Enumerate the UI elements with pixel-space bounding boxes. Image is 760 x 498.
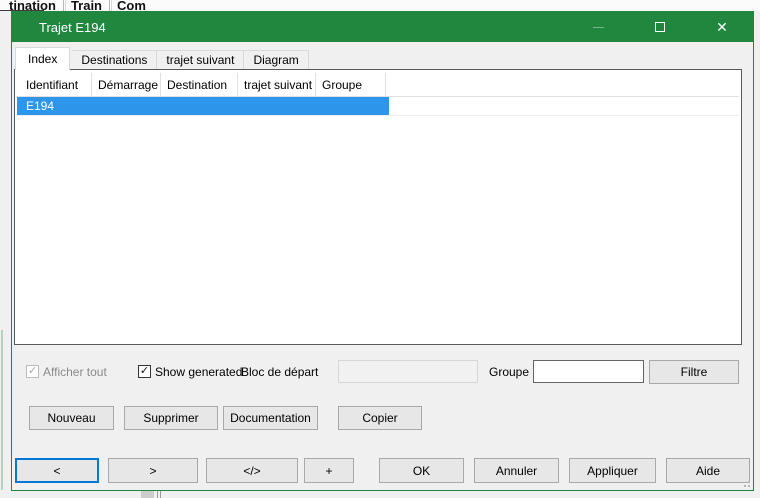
nouveau-button[interactable]: Nouveau (29, 406, 114, 430)
table-row[interactable]: E194 (17, 97, 739, 116)
trajet-dialog: Trajet E194 ✕ Index Destinations trajet … (11, 11, 754, 491)
tab-trajet-suivant[interactable]: trajet suivant (157, 50, 244, 70)
tab-destinations[interactable]: Destinations (72, 50, 157, 70)
column-header-groupe[interactable]: Groupe (316, 73, 386, 96)
ok-button[interactable]: OK (379, 458, 464, 483)
supprimer-button[interactable]: Supprimer (124, 406, 218, 430)
show-generated-label: Show generated (155, 365, 242, 379)
menu-item-train[interactable]: Train (64, 0, 109, 11)
tab-index[interactable]: Index (15, 47, 70, 70)
afficher-tout-checkbox: ✓ (26, 365, 39, 378)
trajet-list: Identifiant Démarrage Destination trajet… (14, 69, 742, 345)
tab-strip: Index Destinations trajet suivant Diagra… (15, 47, 309, 70)
resize-grip[interactable] (742, 479, 750, 487)
column-header-filler (386, 73, 739, 96)
minimize-button (567, 12, 629, 42)
code-button[interactable]: </> (206, 458, 298, 483)
bloc-depart-label: Bloc de départ (241, 365, 318, 379)
maximize-icon (655, 22, 665, 32)
maximize-button[interactable] (629, 12, 691, 42)
column-header-identifiant[interactable]: Identifiant (17, 73, 92, 96)
close-icon: ✕ (716, 20, 728, 34)
tab-diagram[interactable]: Diagram (244, 50, 308, 70)
show-generated-checkbox[interactable]: ✓ (138, 365, 151, 378)
check-icon: ✓ (28, 366, 37, 377)
row-identifiant: E194 (17, 99, 54, 113)
list-header: Identifiant Démarrage Destination trajet… (17, 73, 739, 97)
copier-button[interactable]: Copier (338, 406, 422, 430)
titlebar[interactable]: Trajet E194 ✕ (12, 12, 753, 42)
column-header-demarrage[interactable]: Démarrage (92, 73, 161, 96)
groupe-label: Groupe (489, 365, 529, 379)
menu-item-com[interactable]: Com (110, 0, 153, 11)
parent-scrollbar-thumb[interactable] (141, 491, 154, 498)
parent-window-edge (1, 330, 3, 490)
parent-scrollbar-edge (157, 491, 158, 498)
parent-menubar: tination Train Com (0, 0, 760, 11)
close-button[interactable]: ✕ (691, 12, 753, 42)
bloc-depart-input (338, 360, 478, 383)
appliquer-button[interactable]: Appliquer (569, 458, 656, 483)
groupe-input[interactable] (533, 360, 644, 383)
column-header-destination[interactable]: Destination (161, 73, 238, 96)
screen: tination Train Com Trajet E194 ✕ Index D… (0, 0, 760, 498)
dialog-title: Trajet E194 (39, 20, 106, 35)
filtre-button[interactable]: Filtre (649, 360, 739, 384)
parent-scrollbar-edge (160, 491, 161, 498)
prev-button[interactable]: < (15, 458, 99, 483)
aide-button[interactable]: Aide (666, 458, 750, 483)
annuler-button[interactable]: Annuler (474, 458, 559, 483)
next-button[interactable]: > (108, 458, 198, 483)
check-icon: ✓ (140, 366, 149, 377)
row-selection-highlight: E194 (17, 97, 389, 115)
afficher-tout-label: Afficher tout (43, 365, 107, 379)
plus-button[interactable]: + (304, 458, 354, 483)
minimize-icon (593, 27, 604, 28)
documentation-button[interactable]: Documentation (223, 406, 318, 430)
column-header-trajet-suivant[interactable]: trajet suivant (238, 73, 316, 96)
